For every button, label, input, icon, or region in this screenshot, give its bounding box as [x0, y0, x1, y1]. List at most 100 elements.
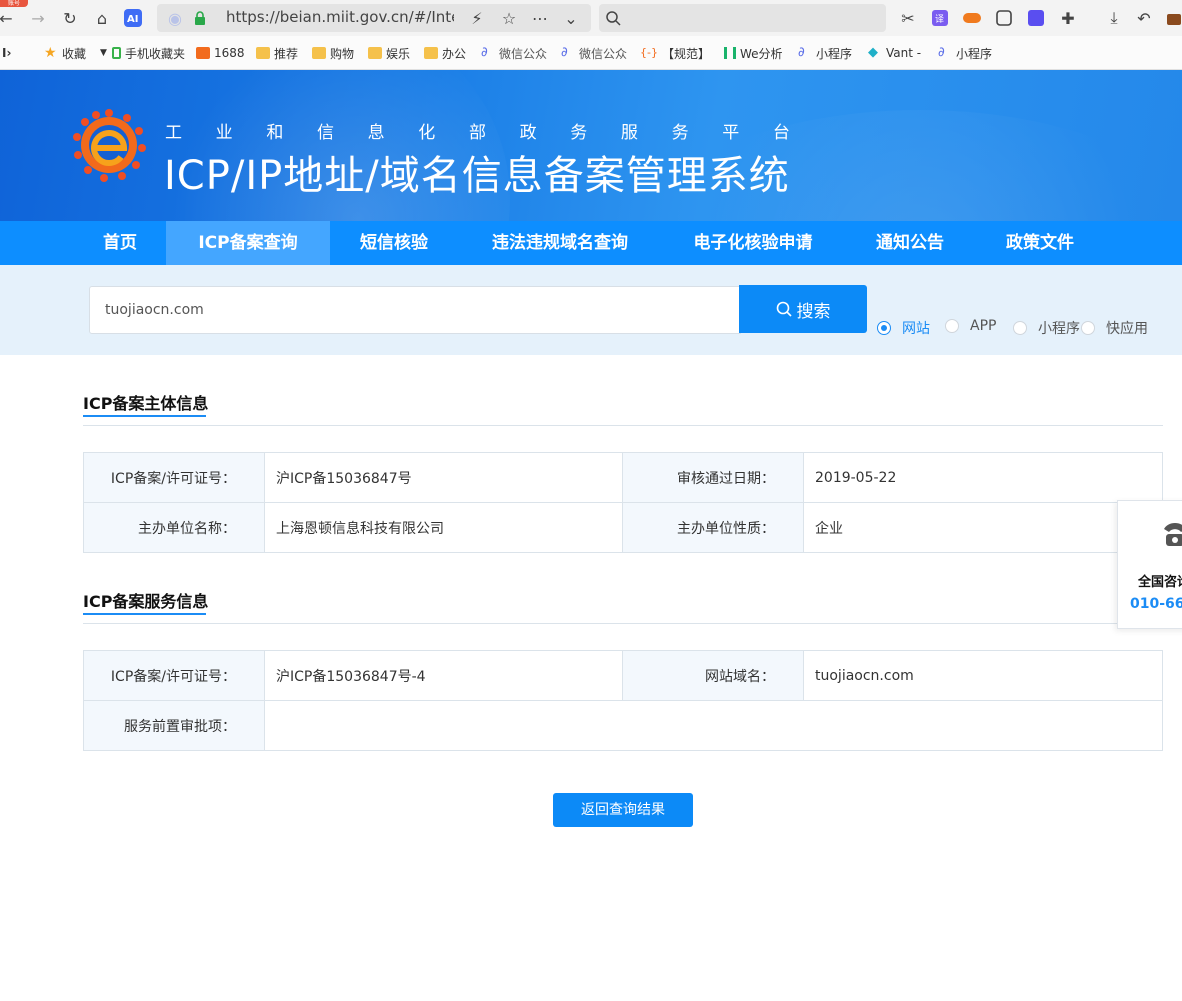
- radio-dot: [1081, 321, 1095, 335]
- bookmark-label: 娱乐: [386, 46, 411, 61]
- bookmark-item[interactable]: 手机收藏夹: [112, 45, 185, 61]
- radio-label: 小程序: [1038, 321, 1080, 337]
- back-icon[interactable]: ←: [0, 8, 16, 28]
- bookmark-label: 1688: [214, 46, 245, 60]
- bookmark-item[interactable]: ∂ 微信公众: [481, 45, 547, 61]
- bookmark-item[interactable]: 1688: [196, 45, 245, 61]
- bookmark-label: Vant -: [886, 46, 922, 60]
- game-icon[interactable]: [962, 8, 982, 28]
- bookmark-item[interactable]: ∂ 微信公众: [561, 45, 627, 61]
- tab-badge: 账号: [0, 0, 28, 7]
- lock-icon: [190, 8, 210, 28]
- bookmark-folder[interactable]: 娱乐: [368, 45, 410, 61]
- bookmark-label: 【规范】: [662, 46, 711, 61]
- reload-icon[interactable]: ↻: [60, 8, 80, 28]
- bookmark-folder[interactable]: 推荐: [256, 45, 298, 61]
- site-banner: 工 业 和 信 息 化 部 政 务 服 务 平 台 ICP/IP地址/域名信息备…: [0, 70, 1182, 221]
- bookmark-label: 微信公众: [499, 46, 547, 61]
- nav-sms-verify[interactable]: 短信核验: [330, 221, 458, 265]
- svg-text:AI: AI: [127, 14, 138, 25]
- link-icon: ∂: [938, 45, 945, 60]
- search-button[interactable]: 搜索: [739, 285, 867, 333]
- undo-icon[interactable]: ↶: [1134, 8, 1154, 28]
- nav-icp-query[interactable]: ICP备案查询: [166, 221, 330, 265]
- bookmark-item[interactable]: {-} 【规范】: [640, 45, 710, 61]
- subtitle-char: 和: [266, 123, 284, 143]
- subtitle-char: 化: [418, 123, 436, 143]
- download-icon[interactable]: ⤓: [1104, 8, 1124, 28]
- org-nature-value: 企业: [803, 502, 1163, 553]
- bookmark-label: 手机收藏夹: [125, 46, 186, 61]
- bookmark-folder[interactable]: 办公: [424, 45, 466, 61]
- service-section-title: ICP备案服务信息: [83, 592, 209, 611]
- subject-info-table: ICP备案/许可证号： 沪ICP备15036847号 审核通过日期： 2019-…: [83, 452, 1163, 553]
- code-icon: {-}: [640, 46, 658, 59]
- domain-value: tuojiaocn.com: [803, 650, 1163, 701]
- radio-label: 快应用: [1106, 321, 1148, 337]
- bookmark-item[interactable]: We分析: [724, 45, 783, 61]
- section-divider: [83, 425, 1163, 426]
- type-radio-website[interactable]: 网站: [877, 318, 930, 338]
- type-radio-miniprogram[interactable]: 小程序: [1013, 318, 1080, 338]
- folder-icon: [368, 47, 382, 59]
- bookmark-item[interactable]: ◆ Vant -: [868, 45, 921, 61]
- reader-icon[interactable]: [994, 8, 1014, 28]
- bookmark-label: 购物: [330, 46, 355, 61]
- type-radio-app[interactable]: APP: [945, 318, 996, 334]
- domain-label: 网站域名：: [622, 650, 804, 701]
- nav-home[interactable]: 首页: [74, 221, 166, 265]
- org-name-value: 上海恩顿信息科技有限公司: [264, 502, 623, 553]
- consult-side-panel[interactable]: 全国咨询 010-66411166: [1117, 500, 1182, 629]
- bookmark-item[interactable]: ★ 收藏 ▼: [44, 45, 107, 61]
- license-value: 沪ICP备15036847号: [264, 452, 623, 503]
- analytics-icon: [724, 47, 736, 59]
- nav-illegal-domain[interactable]: 违法违规域名查询: [470, 221, 650, 265]
- main-nav: 首页 ICP备案查询 短信核验 违法违规域名查询 电子化核验申请 通知公告 政策…: [0, 221, 1182, 265]
- table-row: ICP备案/许可证号： 沪ICP备15036847号-4 网站域名： tuoji…: [83, 650, 1163, 701]
- license-label: ICP备案/许可证号：: [83, 452, 265, 503]
- scissors-icon[interactable]: ✂: [898, 8, 918, 28]
- folder-icon: [256, 47, 270, 59]
- table-row: 主办单位名称： 上海恩顿信息科技有限公司 主办单位性质： 企业: [83, 502, 1163, 553]
- subtitle-char: 息: [367, 123, 385, 143]
- chevron-down-icon[interactable]: ⌄: [561, 8, 581, 28]
- translate-icon[interactable]: 译: [930, 8, 950, 28]
- more-icon[interactable]: ⋯: [530, 8, 550, 28]
- query-input[interactable]: tuojiaocn.com: [89, 286, 741, 334]
- back-to-results-button[interactable]: 返回查询结果: [553, 793, 693, 827]
- extension-icon[interactable]: [1026, 8, 1046, 28]
- subtitle-char: 务: [570, 123, 588, 143]
- bookmark-folder[interactable]: 购物: [312, 45, 354, 61]
- org-name-label: 主办单位名称：: [83, 502, 265, 553]
- site-subtitle: 工 业 和 信 息 化 部 政 务 服 务 平 台: [165, 118, 790, 143]
- nav-e-verify[interactable]: 电子化核验申请: [672, 221, 834, 265]
- phone-icon: [112, 47, 121, 59]
- nav-notices[interactable]: 通知公告: [854, 221, 966, 265]
- miit-logo-icon: [73, 109, 146, 182]
- radio-dot: [877, 321, 891, 335]
- star-icon[interactable]: ☆: [499, 8, 519, 28]
- url-text[interactable]: https://beian.miit.gov.cn/#/Integrated/r…: [226, 8, 454, 26]
- subject-section-title: ICP备案主体信息: [83, 394, 209, 413]
- forward-icon[interactable]: →: [28, 8, 48, 28]
- type-radio-quickapp[interactable]: 快应用: [1081, 318, 1148, 338]
- link-icon: ∂: [481, 45, 488, 60]
- ai-icon[interactable]: AI: [123, 8, 143, 28]
- subtitle-char: 业: [215, 123, 233, 143]
- puzzle-icon[interactable]: ✚: [1058, 8, 1078, 28]
- bookmark-label: 微信公众: [579, 46, 627, 61]
- subtitle-char: 信: [316, 123, 334, 143]
- link-icon: ∂: [561, 45, 568, 60]
- browser-search-input[interactable]: [599, 4, 886, 32]
- pre-approval-value: [264, 700, 1163, 751]
- home-icon[interactable]: ⌂: [92, 8, 112, 28]
- sidebar-toggle-icon[interactable]: I›: [2, 45, 11, 61]
- star-icon: ★: [44, 45, 57, 61]
- nav-policies[interactable]: 政策文件: [984, 221, 1096, 265]
- lightning-icon[interactable]: ⚡: [467, 8, 487, 28]
- link-icon: ∂: [798, 45, 805, 60]
- bookmark-item[interactable]: ∂ 小程序: [798, 45, 852, 61]
- bag-icon[interactable]: [1164, 8, 1182, 28]
- service-info-table: ICP备案/许可证号： 沪ICP备15036847号-4 网站域名： tuoji…: [83, 650, 1163, 751]
- bookmark-item[interactable]: ∂ 小程序: [938, 45, 992, 61]
